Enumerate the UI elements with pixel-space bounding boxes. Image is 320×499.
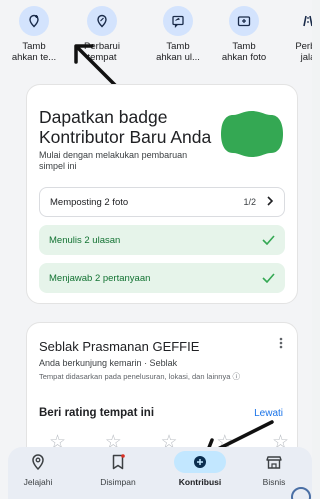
contribute-screen: Tamb ahkan te... Perbarui tempat Tamb ah… bbox=[0, 0, 312, 499]
chevron-right-icon bbox=[266, 195, 274, 209]
visit-info: Anda berkunjung kemarin · Seblak bbox=[39, 358, 178, 368]
quick-action-update-road[interactable]: Perba jala bbox=[276, 6, 312, 63]
edit-place-icon bbox=[87, 6, 117, 36]
badge-card-title: Dapatkan badge Kontributor Baru Anda bbox=[39, 107, 212, 147]
quick-action-label: Tamb ahkan te... bbox=[11, 41, 57, 63]
check-icon bbox=[262, 233, 275, 248]
task-progress: 1/2 bbox=[243, 197, 256, 207]
quick-action-label: Tamb ahkan foto bbox=[221, 41, 267, 63]
task-post-photos[interactable]: Memposting 2 foto 1/2 bbox=[39, 187, 285, 217]
nav-label: Kontribusi bbox=[178, 477, 222, 487]
nav-explore[interactable]: Jelajahi bbox=[8, 451, 68, 487]
task-label: Memposting 2 foto bbox=[50, 196, 129, 208]
nav-label: Jelajahi bbox=[23, 477, 53, 487]
explore-pin-icon bbox=[8, 451, 68, 473]
quick-action-add-photo[interactable]: Tamb ahkan foto bbox=[212, 6, 276, 63]
place-name[interactable]: Seblak Prasmanan GEFFIE bbox=[39, 339, 199, 354]
more-options-icon[interactable] bbox=[279, 337, 283, 352]
bookmark-icon bbox=[88, 451, 148, 473]
quick-actions-row: Tamb ahkan te... Perbarui tempat Tamb ah… bbox=[0, 0, 312, 78]
floating-ring-icon bbox=[291, 487, 311, 499]
store-icon bbox=[244, 451, 304, 473]
task-label: Menulis 2 ulasan bbox=[49, 234, 121, 246]
nav-saved[interactable]: Disimpan bbox=[88, 451, 148, 487]
add-photo-icon bbox=[229, 6, 259, 36]
check-icon bbox=[262, 271, 275, 286]
quick-action-add-review[interactable]: Tamb ahkan ul... bbox=[146, 6, 210, 63]
road-icon bbox=[293, 6, 312, 36]
badge-shape-icon bbox=[221, 111, 283, 157]
quick-action-label: Tamb ahkan ul... bbox=[156, 41, 200, 63]
badge-card-subtitle: Mulai dengan melakukan pembaruan simpel … bbox=[39, 150, 188, 171]
place-add-icon bbox=[19, 6, 49, 36]
quick-action-label: Perba jala bbox=[295, 41, 312, 63]
task-label: Menjawab 2 pertanyaan bbox=[49, 272, 151, 284]
task-write-reviews[interactable]: Menulis 2 ulasan bbox=[39, 225, 285, 255]
task-answer-questions[interactable]: Menjawab 2 pertanyaan bbox=[39, 263, 285, 293]
quick-action-add-place[interactable]: Tamb ahkan te... bbox=[2, 6, 66, 63]
new-contributor-badge-card: Dapatkan badge Kontributor Baru Anda Mul… bbox=[26, 84, 298, 304]
nav-business[interactable]: Bisnis bbox=[244, 451, 304, 487]
add-circle-icon bbox=[174, 451, 226, 473]
review-icon bbox=[163, 6, 193, 36]
suggestion-reason: Tempat didasarkan pada penelusuran, loka… bbox=[39, 372, 240, 381]
nav-label: Disimpan bbox=[100, 477, 136, 487]
nav-contribute[interactable]: Kontribusi bbox=[170, 451, 230, 487]
rate-prompt: Beri rating tempat ini bbox=[39, 407, 155, 419]
bottom-navigation: Jelajahi Disimpan Kontribusi Bisnis bbox=[8, 447, 312, 499]
